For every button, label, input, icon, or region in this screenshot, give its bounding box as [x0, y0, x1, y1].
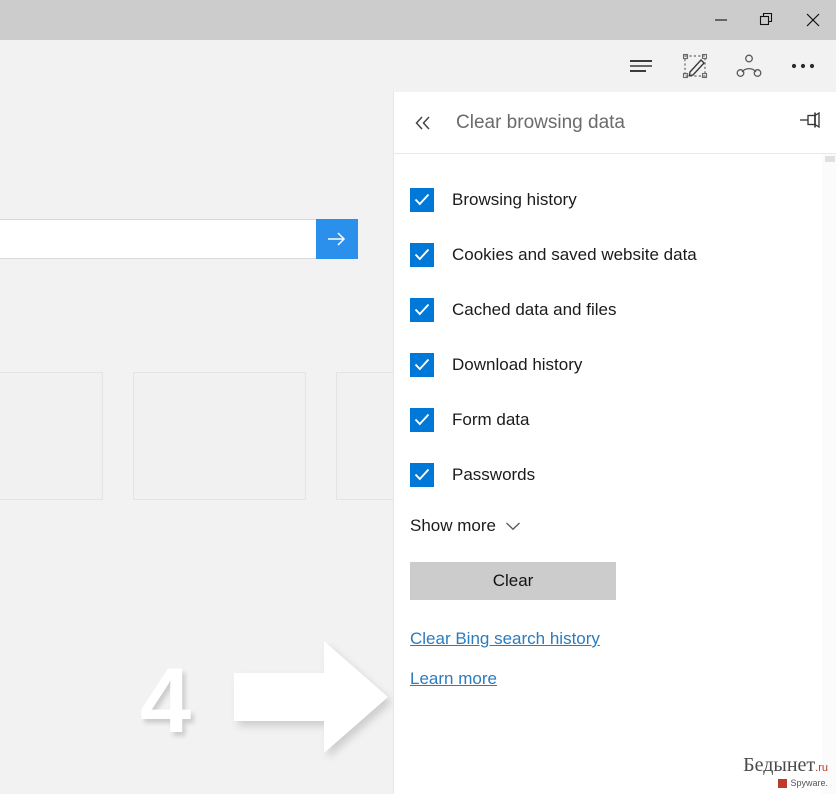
watermark-sub: Spyware.	[790, 778, 828, 788]
checkbox-checked[interactable]	[410, 352, 434, 377]
checkmark-icon	[414, 248, 430, 261]
checkmark-icon	[414, 358, 430, 371]
checkmark-icon	[414, 193, 430, 206]
arrow-right-icon	[328, 232, 346, 246]
step-number: 4	[140, 650, 192, 752]
watermark-tld: .ru	[815, 762, 828, 774]
panel-title: Clear browsing data	[456, 111, 625, 133]
ellipsis-icon	[791, 63, 815, 69]
pin-icon	[800, 111, 820, 129]
web-note-button[interactable]	[668, 43, 722, 89]
checkbox-row-browsing-history[interactable]: Browsing history	[394, 172, 836, 227]
search-submit-button[interactable]	[316, 219, 358, 259]
checkmark-icon	[414, 303, 430, 316]
tile-grid	[0, 372, 393, 500]
panel-header: Clear browsing data	[394, 92, 836, 154]
search-input[interactable]	[0, 219, 316, 259]
search-row	[0, 219, 358, 259]
site-tile[interactable]	[0, 372, 103, 500]
share-icon	[736, 54, 762, 77]
back-button[interactable]	[400, 100, 446, 146]
chevron-double-left-icon	[415, 115, 430, 130]
chevron-down-icon	[506, 522, 520, 531]
show-more-toggle[interactable]: Show more	[394, 506, 836, 546]
checkbox-checked[interactable]	[410, 407, 434, 432]
more-button[interactable]	[776, 43, 830, 89]
browser-window: 4 Выберите кнопку "Clear" Clear browsing…	[0, 0, 836, 794]
clear-browsing-data-panel: Clear browsing data Browsing history Coo…	[393, 92, 836, 794]
watermark-square-icon	[778, 778, 788, 788]
hub-icon	[630, 60, 652, 72]
site-tile[interactable]	[133, 372, 306, 500]
checkbox-row-cached-data[interactable]: Cached data and files	[394, 282, 836, 337]
site-tile[interactable]	[336, 372, 393, 500]
pin-button[interactable]	[790, 100, 830, 140]
minimize-icon	[715, 19, 727, 21]
arrow-right-big-icon	[234, 641, 388, 753]
close-button[interactable]	[790, 0, 836, 40]
checkbox-row-cookies[interactable]: Cookies and saved website data	[394, 227, 836, 282]
watermark-main: Бедынет	[743, 754, 816, 776]
scrollbar-thumb[interactable]	[825, 156, 835, 162]
checkbox-checked[interactable]	[410, 242, 434, 267]
checkbox-label: Browsing history	[452, 189, 577, 209]
browser-toolbar	[0, 40, 836, 92]
checkbox-label: Cached data and files	[452, 299, 617, 319]
title-bar	[0, 0, 836, 40]
checkbox-row-passwords[interactable]: Passwords	[394, 447, 836, 502]
learn-more-link[interactable]: Learn more	[410, 669, 497, 689]
show-more-label: Show more	[410, 516, 496, 535]
watermark: Бедынет.ru Spyware.	[743, 754, 828, 788]
checkbox-row-form-data[interactable]: Form data	[394, 392, 836, 447]
checkbox-label: Cookies and saved website data	[452, 244, 697, 264]
panel-scrollbar[interactable]	[822, 154, 836, 794]
checkbox-checked[interactable]	[410, 187, 434, 212]
restore-button[interactable]	[744, 0, 790, 40]
hub-button[interactable]	[614, 43, 668, 89]
checkbox-label: Download history	[452, 354, 583, 374]
new-tab-page: 4 Выберите кнопку "Clear"	[0, 92, 393, 794]
share-button[interactable]	[722, 43, 776, 89]
watermark-badge: Spyware.	[743, 778, 828, 788]
close-icon	[806, 13, 820, 27]
checkbox-row-download-history[interactable]: Download history	[394, 337, 836, 392]
clear-button[interactable]: Clear	[410, 562, 616, 600]
checkmark-icon	[414, 413, 430, 426]
panel-body: Browsing history Cookies and saved websi…	[394, 154, 836, 794]
checkbox-label: Form data	[452, 409, 530, 429]
restore-icon	[759, 12, 773, 26]
checkbox-label: Passwords	[452, 464, 536, 484]
pencil-note-icon	[682, 53, 708, 79]
checkbox-checked[interactable]	[410, 462, 434, 487]
checkmark-icon	[414, 468, 430, 481]
clear-bing-search-history-link[interactable]: Clear Bing search history	[410, 629, 600, 649]
checkbox-checked[interactable]	[410, 297, 434, 322]
minimize-button[interactable]	[698, 0, 744, 40]
